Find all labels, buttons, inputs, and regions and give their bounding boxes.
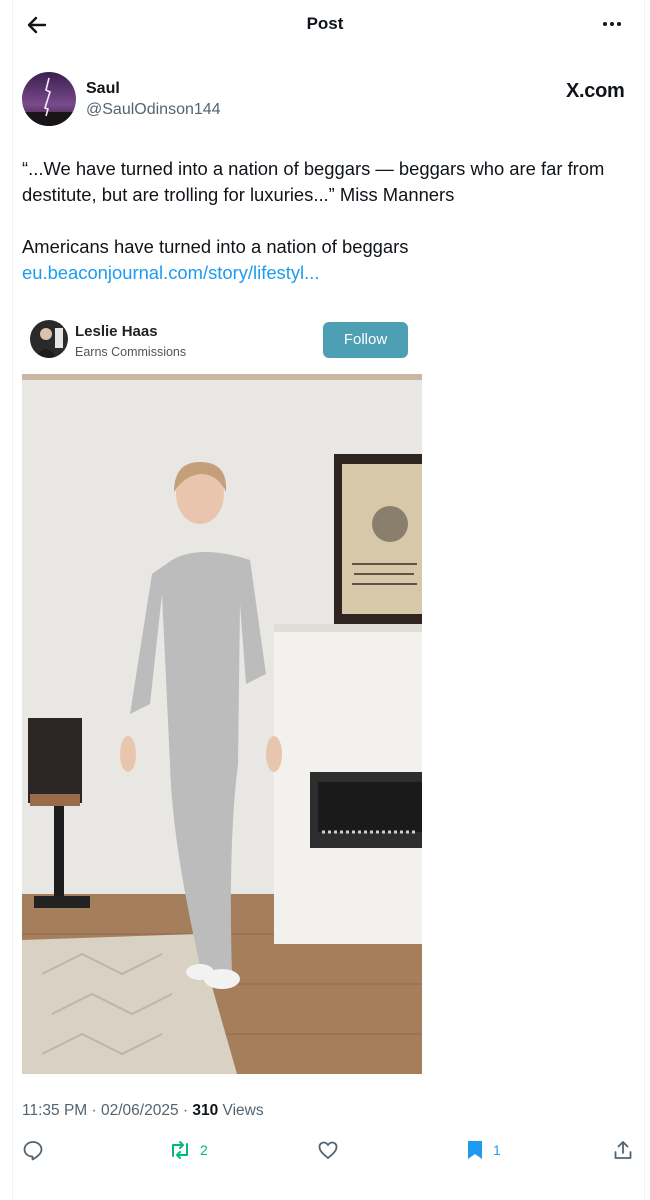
- tweet-quote: “...We have turned into a nation of begg…: [22, 158, 605, 205]
- follow-button[interactable]: Follow: [323, 322, 408, 358]
- retweet-button[interactable]: 2: [168, 1136, 208, 1164]
- frame-border-right: [644, 0, 645, 1200]
- tweet-headline: Americans have turned into a nation of b…: [22, 236, 409, 257]
- retweet-count: 2: [200, 1142, 208, 1158]
- reply-button[interactable]: [22, 1136, 44, 1164]
- more-icon: [603, 22, 621, 26]
- author-display-name[interactable]: Saul: [86, 80, 120, 98]
- bookmark-count: 1: [493, 1142, 501, 1158]
- frame-border-left: [12, 0, 13, 1200]
- media-photo[interactable]: [22, 374, 422, 1074]
- author-handle[interactable]: @SaulOdinson144: [86, 101, 221, 119]
- share-button[interactable]: [612, 1136, 634, 1164]
- bookmark-icon: [468, 1141, 482, 1159]
- tweet-text: “...We have turned into a nation of begg…: [22, 156, 634, 286]
- author-avatar[interactable]: [22, 72, 76, 126]
- post-meta: 11:35 PM · 02/06/2025 · 310 Views: [22, 1102, 264, 1119]
- header-bar: Post: [0, 0, 650, 48]
- share-icon: [614, 1141, 632, 1159]
- tweet-link[interactable]: eu.beaconjournal.com/story/lifestyl...: [22, 260, 634, 286]
- reply-icon: [23, 1141, 43, 1161]
- action-bar: 2 1: [0, 1132, 650, 1168]
- post-date[interactable]: 02/06/2025: [101, 1102, 179, 1119]
- embed-avatar: [30, 320, 68, 358]
- post-time[interactable]: 11:35 PM: [22, 1102, 87, 1119]
- embed-author-subtitle: Earns Commissions: [75, 345, 187, 359]
- views-count: 310: [192, 1102, 219, 1119]
- like-icon: [318, 1141, 338, 1159]
- page-title: Post: [306, 14, 344, 33]
- views-label: Views: [222, 1102, 264, 1119]
- bookmark-button[interactable]: 1: [465, 1136, 501, 1164]
- embed-author-name: Leslie Haas: [75, 323, 158, 340]
- retweet-icon: [172, 1141, 188, 1159]
- more-button[interactable]: [598, 12, 626, 36]
- embedded-media-card[interactable]: Leslie Haas Earns Commissions Follow: [22, 310, 422, 1074]
- like-button[interactable]: [317, 1136, 339, 1164]
- source-watermark: X.com: [566, 80, 625, 102]
